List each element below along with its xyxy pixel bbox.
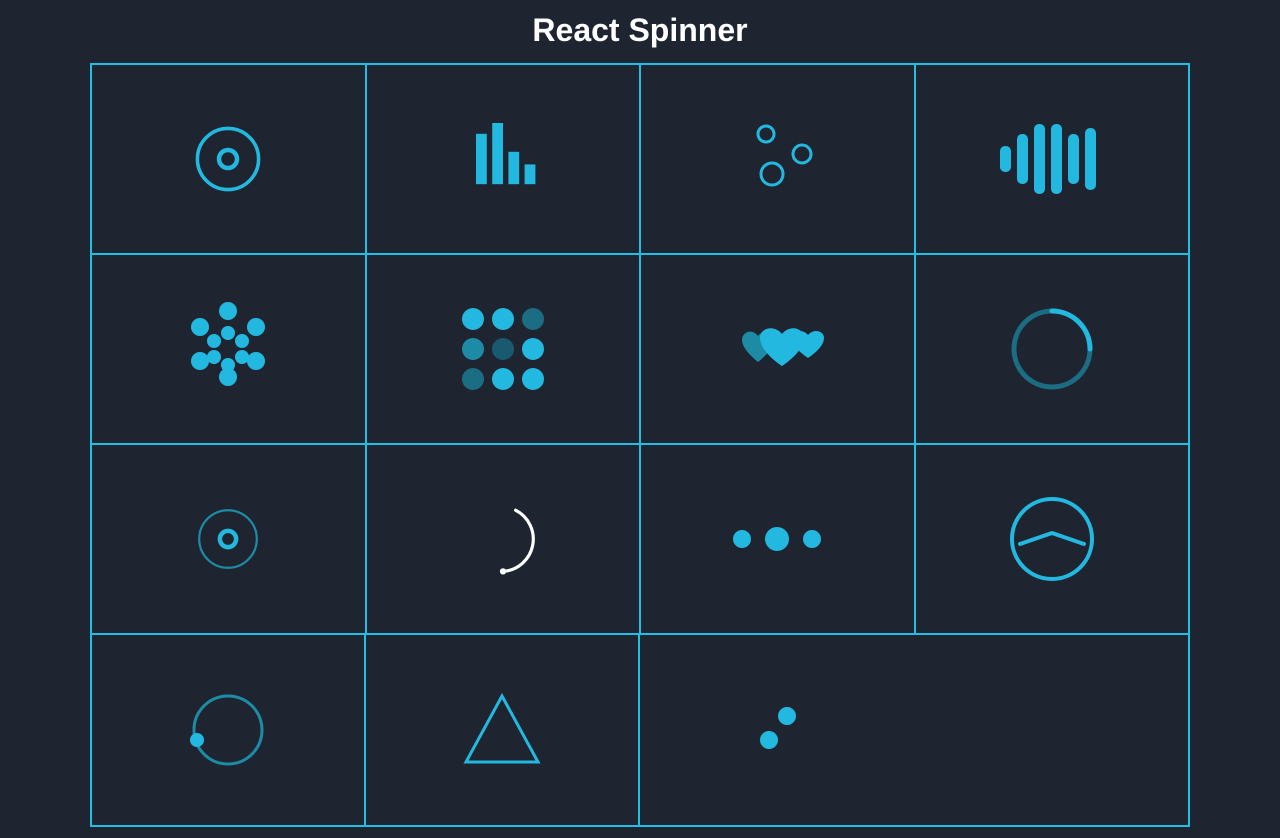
spinner-hearts: [641, 255, 916, 443]
spinner-grid: [367, 255, 642, 443]
spinner-dot-cluster: [92, 255, 367, 443]
page-title: React Spinner: [0, 0, 1280, 63]
spinner-two-dots: [640, 635, 914, 825]
oval-icon: [1002, 299, 1102, 399]
grid-row: [92, 635, 1188, 825]
spinner-three-dots: [641, 445, 916, 633]
bars-icon: [458, 114, 548, 204]
revolving-dot-icon: [178, 680, 278, 780]
spinner-audio: [916, 65, 1189, 253]
spinner-bars: [367, 65, 642, 253]
audio-icon: [992, 114, 1112, 204]
bubbles-icon: [722, 114, 832, 204]
spinner-grid: [90, 63, 1190, 827]
grid-row: [92, 65, 1188, 255]
spinner-radio: [92, 445, 367, 633]
spinner-oval: [916, 255, 1189, 443]
spinner-bubbles: [641, 65, 916, 253]
spinner-watch: [916, 445, 1189, 633]
spinner-revolving-dot: [92, 635, 366, 825]
spinner-tail-spin: [367, 445, 642, 633]
three-dots-icon: [717, 514, 837, 564]
spinner-circles-with-bar: [92, 65, 367, 253]
radio-icon: [183, 494, 273, 584]
dot-cluster-icon: [168, 289, 288, 409]
tail-spin-icon: [458, 494, 548, 584]
grid-icon: [448, 294, 558, 404]
two-dots-icon: [737, 690, 817, 770]
spinner-triangle: [366, 635, 640, 825]
circles-with-bar-icon: [183, 114, 273, 204]
watch-icon: [1002, 489, 1102, 589]
triangle-icon: [452, 680, 552, 780]
grid-row: [92, 255, 1188, 445]
hearts-icon: [712, 314, 842, 384]
grid-row: [92, 445, 1188, 635]
